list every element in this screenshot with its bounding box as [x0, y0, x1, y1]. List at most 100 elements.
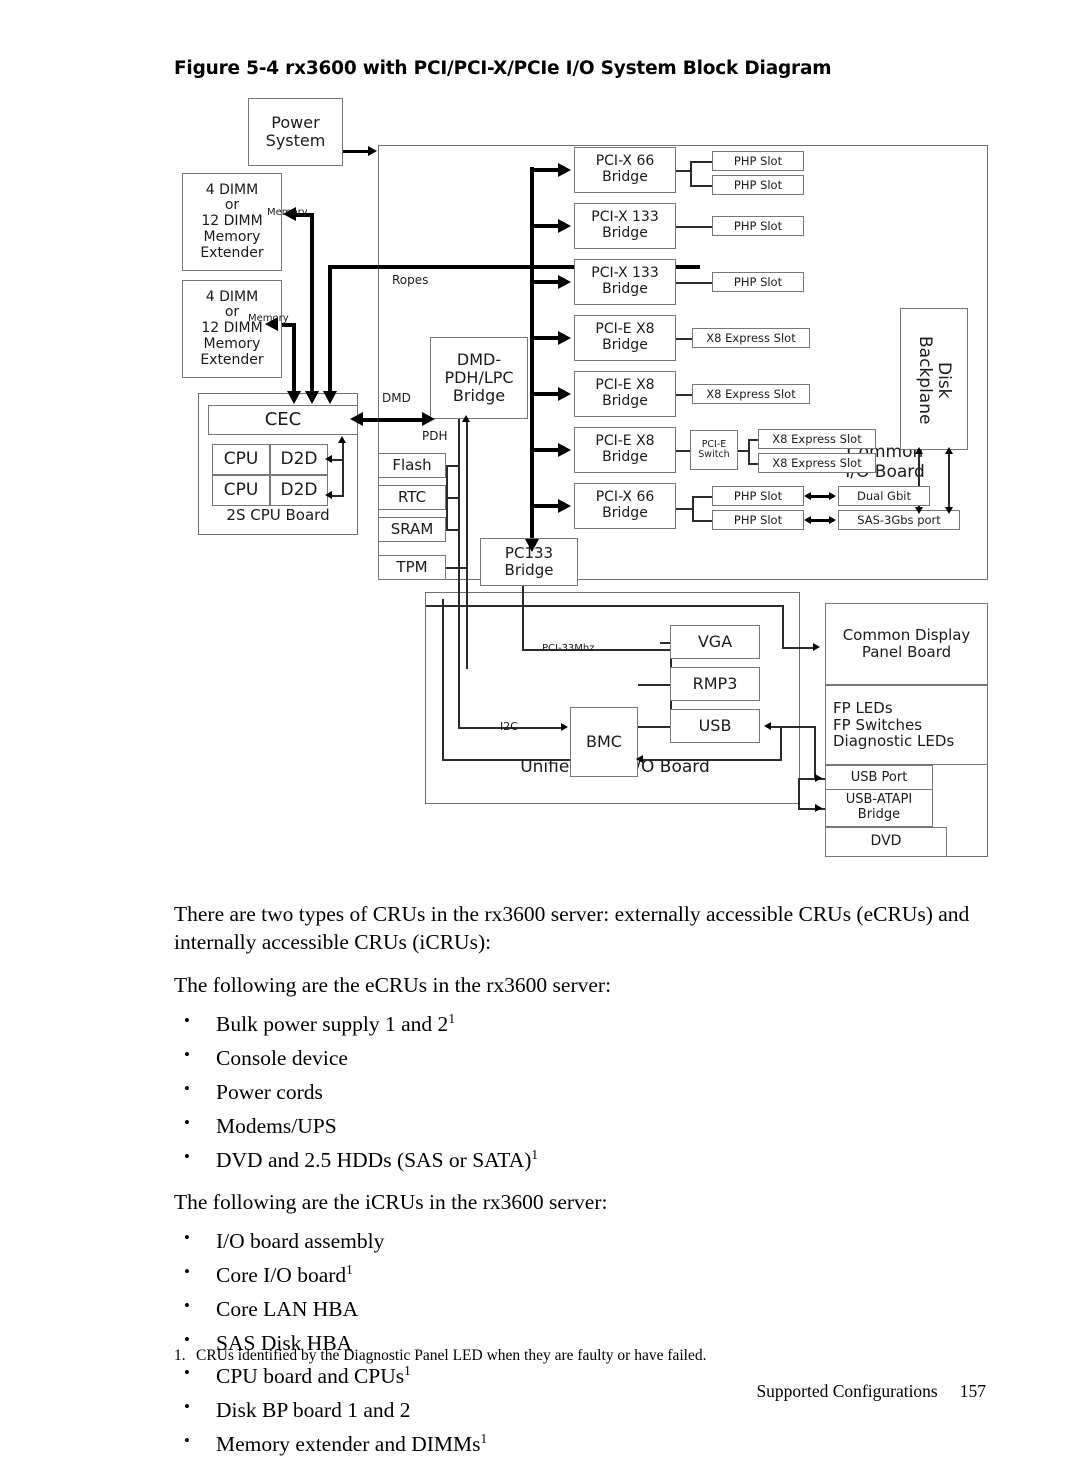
ecru-item-0-note: 1	[448, 1010, 455, 1026]
icru-item-6-text: Memory extender and DIMMs	[216, 1432, 481, 1457]
bridge-feed-0	[532, 168, 558, 172]
panel-arrow	[813, 643, 820, 651]
bridge-feed-2	[532, 280, 558, 284]
vga-box: VGA	[670, 625, 760, 659]
bridge-feed-6	[532, 504, 558, 508]
usb-atapi-v	[798, 778, 800, 808]
usb-back-arrow	[764, 722, 771, 730]
usb-port-box: USB Port	[825, 765, 933, 791]
icru-item-1-note: 1	[346, 1261, 353, 1277]
icru-item-6-note: 1	[480, 1430, 488, 1446]
bridge-feed-3	[532, 336, 558, 340]
panel-feed-top	[426, 605, 784, 607]
cec-box: CEC	[208, 405, 358, 435]
common-display-panel-box: Common Display Panel Board	[825, 603, 988, 685]
slot-0-0: PHP Slot	[712, 151, 804, 171]
memory-bus-1-v	[310, 213, 314, 399]
gbit-right-arrow	[829, 492, 836, 500]
power-to-io-arrow	[368, 146, 377, 156]
slot-2-0: PHP Slot	[712, 272, 804, 292]
d2d-2-box: D2D	[270, 475, 328, 506]
slot-5-1: X8 Express Slot	[758, 453, 876, 473]
list-item: Core I/O board1	[174, 1261, 986, 1289]
ecru-item-4-text: DVD and 2.5 HDDs (SAS or SATA)	[216, 1147, 532, 1172]
footnote-number: 1.	[174, 1347, 186, 1364]
usb-atapi-bridge-box: USB-ATAPI Bridge	[825, 789, 933, 827]
fp-items-box: FP LEDs FP Switches Diagnostic LEDs	[825, 685, 988, 765]
ropes-riser-arrow	[525, 539, 539, 552]
ecru-item-3-text: Modems/UPS	[216, 1113, 337, 1138]
bridge-arrow-4	[558, 387, 571, 401]
pdh-left-rail	[446, 465, 448, 529]
slot-line-1	[676, 226, 712, 228]
disk-backplane-box: Disk Backplane	[900, 308, 968, 450]
slot-rail-6	[692, 496, 694, 520]
pdh-tag: PDH	[422, 429, 448, 443]
slot-line-0b	[690, 185, 712, 187]
lpc-down	[442, 599, 444, 759]
dual-gbit-box: Dual Gbit	[838, 486, 930, 506]
cpu-2-box: CPU	[212, 475, 270, 506]
i2c-arrow	[561, 723, 568, 731]
rmp3-line	[638, 684, 672, 686]
cpu-1-box: CPU	[212, 444, 270, 475]
bmc-back-v	[780, 728, 782, 760]
memory-tag-1: Memory	[267, 207, 308, 218]
list-item: I/O board assembly	[174, 1227, 986, 1255]
power-to-io-line	[343, 150, 369, 153]
memory-1-down-arrow	[305, 391, 319, 404]
usb-box: USB	[670, 709, 760, 743]
dmd-bus	[360, 418, 426, 422]
ecru-list: Bulk power supply 1 and 21 Console devic…	[174, 1010, 986, 1174]
switch-slot-a	[748, 439, 758, 441]
bp-up-arrow-2	[945, 447, 953, 454]
bridge-box-4: PCI-E X8 Bridge	[574, 371, 676, 417]
icru-list: I/O board assembly Core I/O board1 Core …	[174, 1227, 986, 1458]
pdh-rtc-h	[446, 497, 460, 499]
pdh-tpm-h	[446, 567, 468, 569]
bp-arrow-line-2	[948, 451, 950, 509]
tpm-box: TPM	[378, 555, 446, 580]
sas-right-arrow	[829, 516, 836, 524]
figure-title: Figure 5-4 rx3600 with PCI/PCI-X/PCIe I/…	[174, 58, 832, 79]
d2d-bus-v	[342, 441, 344, 497]
gbit-left-arrow	[804, 492, 811, 500]
dvd-box: DVD	[825, 827, 947, 857]
flash-box: Flash	[378, 453, 446, 478]
pc133-down	[522, 586, 524, 649]
bridge-box-5: PCI-E X8 Bridge	[574, 427, 676, 473]
ropes-down-arrow	[323, 391, 337, 404]
ecru-item-1-text: Console device	[216, 1046, 348, 1070]
list-item: DVD and 2.5 HDDs (SAS or SATA)1	[174, 1146, 986, 1174]
bmc-back-h	[642, 759, 782, 761]
pdh-flash-h	[446, 465, 460, 467]
d2d-1-box: D2D	[270, 444, 328, 475]
cpu-board-label: 2S CPU Board	[226, 506, 330, 524]
memory-2-down-arrow	[287, 391, 301, 404]
bp-up-arrow-1	[915, 447, 923, 454]
pcie-switch-box: PCI-E Switch	[690, 430, 738, 470]
switch-rail	[748, 439, 750, 463]
list-item: Core LAN HBA	[174, 1295, 986, 1323]
bmc-box: BMC	[570, 707, 638, 777]
rmp3-box: RMP3	[670, 667, 760, 701]
bridge-arrow-0	[558, 163, 571, 177]
i2c-down	[458, 599, 460, 727]
slot-line-0	[676, 170, 690, 172]
list-item: Memory extender and DIMMs1	[174, 1430, 986, 1458]
usb-port-arrow	[815, 774, 822, 782]
bridge-feed-5	[532, 448, 558, 452]
icru-lead: The following are the iCRUs in the rx360…	[174, 1189, 608, 1214]
pdh-up-arrow	[462, 415, 470, 422]
power-system-box: Power System	[248, 98, 343, 166]
dmd-pdh-lpc-bridge-box: DMD- PDH/LPC Bridge	[430, 337, 528, 419]
d2d-1-arrow	[325, 455, 332, 463]
usb-atapi-arrow	[815, 804, 822, 812]
switch-out-line	[738, 450, 748, 452]
bridge-feed-4	[532, 392, 558, 396]
footnote-text: CRUs identified by the Diagnostic Panel …	[196, 1347, 707, 1364]
bridge-arrow-3	[558, 331, 571, 345]
ecru-item-2-text: Power cords	[216, 1079, 323, 1104]
memory-extender-1-box: 4 DIMM or 12 DIMM Memory Extender	[182, 173, 282, 271]
slot-rail-0	[690, 161, 692, 185]
